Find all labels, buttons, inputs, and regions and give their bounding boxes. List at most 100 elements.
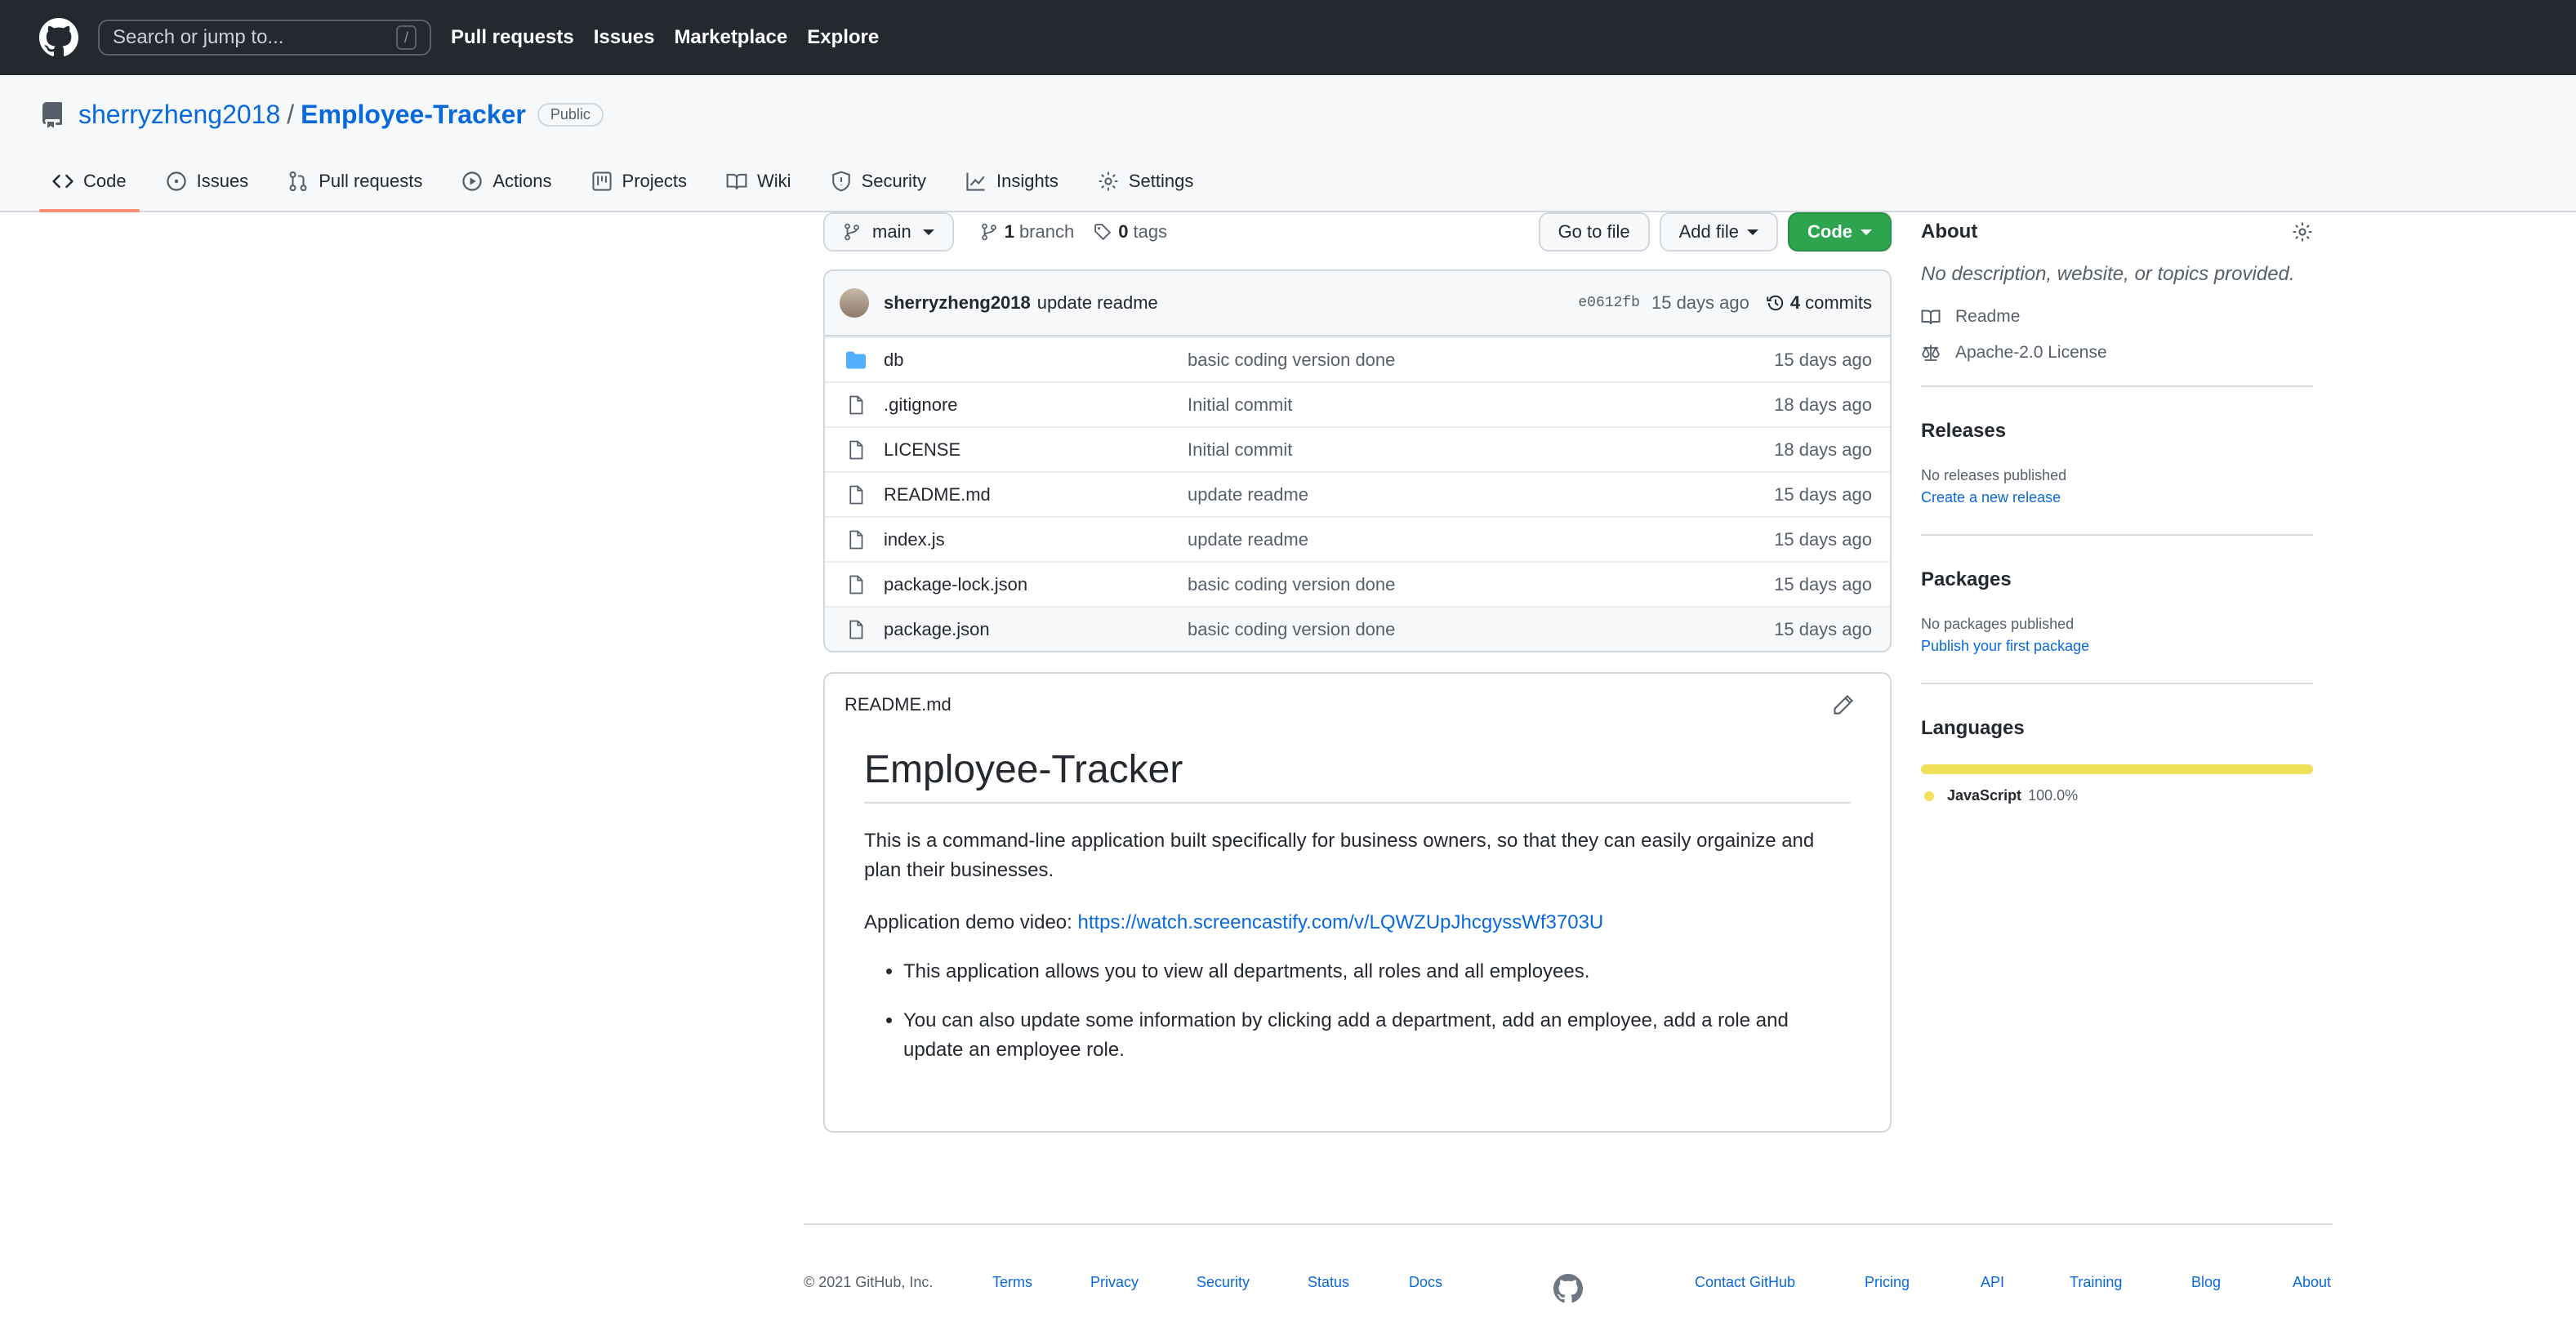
avatar[interactable]	[840, 288, 869, 318]
add-file-label: Add file	[1678, 221, 1739, 242]
file-actions: Go to file Add file Code	[1529, 212, 1892, 252]
file-commit-message[interactable]: basic coding version done	[1188, 619, 1395, 640]
tag-count: 0	[1118, 221, 1129, 242]
footer-link-api[interactable]: API	[1981, 1274, 2004, 1291]
file-name-link[interactable]: README.md	[884, 484, 991, 505]
repo-title: sherryzheng2018 / Employee-Tracker Publi…	[39, 75, 2537, 130]
demo-video-link[interactable]: https://watch.screencastify.com/v/LQWZUp…	[1078, 911, 1604, 933]
file-row[interactable]: index.js update readme 15 days ago	[825, 516, 1890, 561]
file-icon	[846, 530, 866, 550]
file-row[interactable]: db basic coding version done 15 days ago	[825, 336, 1890, 381]
add-file-button[interactable]: Add file	[1659, 212, 1778, 252]
latest-commit-bar: sherryzheng2018 update readme e0612fb 15…	[825, 271, 1890, 336]
commit-sha-link[interactable]: e0612fb	[1578, 295, 1640, 311]
tab-pull-requests[interactable]: Pull requests	[274, 152, 435, 211]
languages-section: Languages JavaScript 100.0%	[1921, 684, 2313, 804]
file-commit-message[interactable]: Initial commit	[1188, 394, 1292, 416]
tab-wiki[interactable]: Wiki	[713, 152, 804, 211]
readme-filename-link[interactable]: README.md	[845, 694, 952, 715]
file-commit-message[interactable]: basic coding version done	[1188, 350, 1395, 371]
create-release-link[interactable]: Create a new release	[1921, 489, 2313, 506]
branches-link[interactable]: 1 branch	[980, 221, 1074, 243]
releases-title[interactable]: Releases	[1921, 420, 2313, 443]
file-row[interactable]: package.json basic coding version done 1…	[825, 606, 1890, 651]
file-age: 15 days ago	[1774, 528, 1872, 550]
file-row[interactable]: .gitignore Initial commit 18 days ago	[825, 381, 1890, 426]
repo-name-link[interactable]: Employee-Tracker	[301, 100, 526, 130]
file-name-link[interactable]: package-lock.json	[884, 574, 1027, 595]
file-commit-message[interactable]: basic coding version done	[1188, 574, 1395, 595]
pull-request-icon	[287, 171, 319, 192]
tab-issues[interactable]: Issues	[153, 152, 262, 211]
gear-icon[interactable]	[2292, 221, 2313, 243]
github-mark-icon[interactable]	[1553, 1274, 1583, 1303]
file-name-link[interactable]: db	[884, 350, 903, 371]
commit-message-link[interactable]: update readme	[1037, 292, 1158, 314]
license-link[interactable]: Apache-2.0 License	[1921, 343, 2313, 363]
tab-label: Pull requests	[319, 171, 423, 191]
tab-code[interactable]: Code	[39, 152, 140, 212]
file-name-link[interactable]: .gitignore	[884, 394, 958, 416]
nav-issues[interactable]: Issues	[594, 26, 655, 49]
file-commit-message[interactable]: update readme	[1188, 529, 1308, 550]
file-name-link[interactable]: index.js	[884, 529, 945, 550]
file-navigation: main 1 branch 0 tags Go to file Add file	[823, 212, 1892, 252]
file-name-link[interactable]: LICENSE	[884, 439, 960, 461]
footer-link-pricing[interactable]: Pricing	[1865, 1274, 1910, 1291]
footer-link-terms[interactable]: Terms	[992, 1274, 1032, 1291]
file-icon	[846, 395, 866, 415]
footer-link-contact[interactable]: Contact GitHub	[1695, 1274, 1795, 1291]
language-bar	[1921, 764, 2313, 774]
github-logo-icon[interactable]	[39, 18, 78, 57]
code-button[interactable]: Code	[1788, 212, 1892, 252]
language-bar-fill	[1921, 764, 2313, 774]
commit-author-link[interactable]: sherryzheng2018	[884, 292, 1031, 314]
pencil-icon[interactable]	[1833, 694, 1854, 715]
language-percent: 100.0%	[2028, 787, 2079, 804]
go-to-file-button[interactable]: Go to file	[1538, 212, 1650, 252]
file-commit-message[interactable]: update readme	[1188, 484, 1308, 505]
repo-tabs: Code Issues Pull requests Actions Projec…	[39, 152, 1219, 212]
branch-select-button[interactable]: main	[823, 212, 954, 252]
tab-insights[interactable]: Insights	[952, 152, 1072, 211]
packages-section: Packages No packages published Publish y…	[1921, 536, 2313, 655]
file-commit-message[interactable]: Initial commit	[1188, 439, 1292, 461]
footer-link-security[interactable]: Security	[1197, 1274, 1250, 1291]
readme-link[interactable]: Readme	[1921, 307, 2313, 327]
chevron-down-icon	[1861, 229, 1872, 235]
repo-header: sherryzheng2018 / Employee-Tracker Publi…	[0, 75, 2576, 212]
book-icon	[726, 171, 757, 192]
footer-link-about[interactable]: About	[2293, 1274, 2331, 1291]
readme-title: Employee-Tracker	[864, 747, 1851, 804]
tags-link[interactable]: 0 tags	[1094, 221, 1167, 243]
language-item[interactable]: JavaScript 100.0%	[1921, 787, 2313, 804]
code-button-label: Code	[1807, 221, 1852, 242]
tab-settings[interactable]: Settings	[1085, 152, 1207, 211]
nav-pull-requests[interactable]: Pull requests	[451, 26, 574, 49]
gear-icon	[1098, 171, 1129, 192]
footer-link-training[interactable]: Training	[2070, 1274, 2122, 1291]
file-row[interactable]: LICENSE Initial commit 18 days ago	[825, 426, 1890, 471]
file-row[interactable]: README.md update readme 15 days ago	[825, 471, 1890, 516]
tab-label: Settings	[1128, 171, 1194, 191]
publish-package-link[interactable]: Publish your first package	[1921, 638, 2313, 655]
tab-projects[interactable]: Projects	[578, 152, 700, 211]
footer-link-blog[interactable]: Blog	[2191, 1274, 2221, 1291]
footer-link-docs[interactable]: Docs	[1409, 1274, 1442, 1291]
search-input[interactable]: Search or jump to... /	[98, 20, 431, 56]
repo-owner-link[interactable]: sherryzheng2018	[78, 100, 280, 130]
branch-name: main	[872, 221, 911, 242]
file-row[interactable]: package-lock.json basic coding version d…	[825, 561, 1890, 606]
tab-actions[interactable]: Actions	[448, 152, 564, 211]
about-header: About	[1921, 212, 2313, 252]
footer-link-privacy[interactable]: Privacy	[1090, 1274, 1139, 1291]
packages-title[interactable]: Packages	[1921, 568, 2313, 591]
tab-security[interactable]: Security	[818, 152, 939, 211]
nav-marketplace[interactable]: Marketplace	[674, 26, 787, 49]
commits-link[interactable]: 4 commits	[1766, 292, 1872, 314]
file-age: 15 days ago	[1774, 483, 1872, 505]
nav-explore[interactable]: Explore	[807, 26, 879, 49]
file-name-link[interactable]: package.json	[884, 619, 990, 640]
file-icon	[846, 575, 866, 595]
footer-link-status[interactable]: Status	[1308, 1274, 1349, 1291]
